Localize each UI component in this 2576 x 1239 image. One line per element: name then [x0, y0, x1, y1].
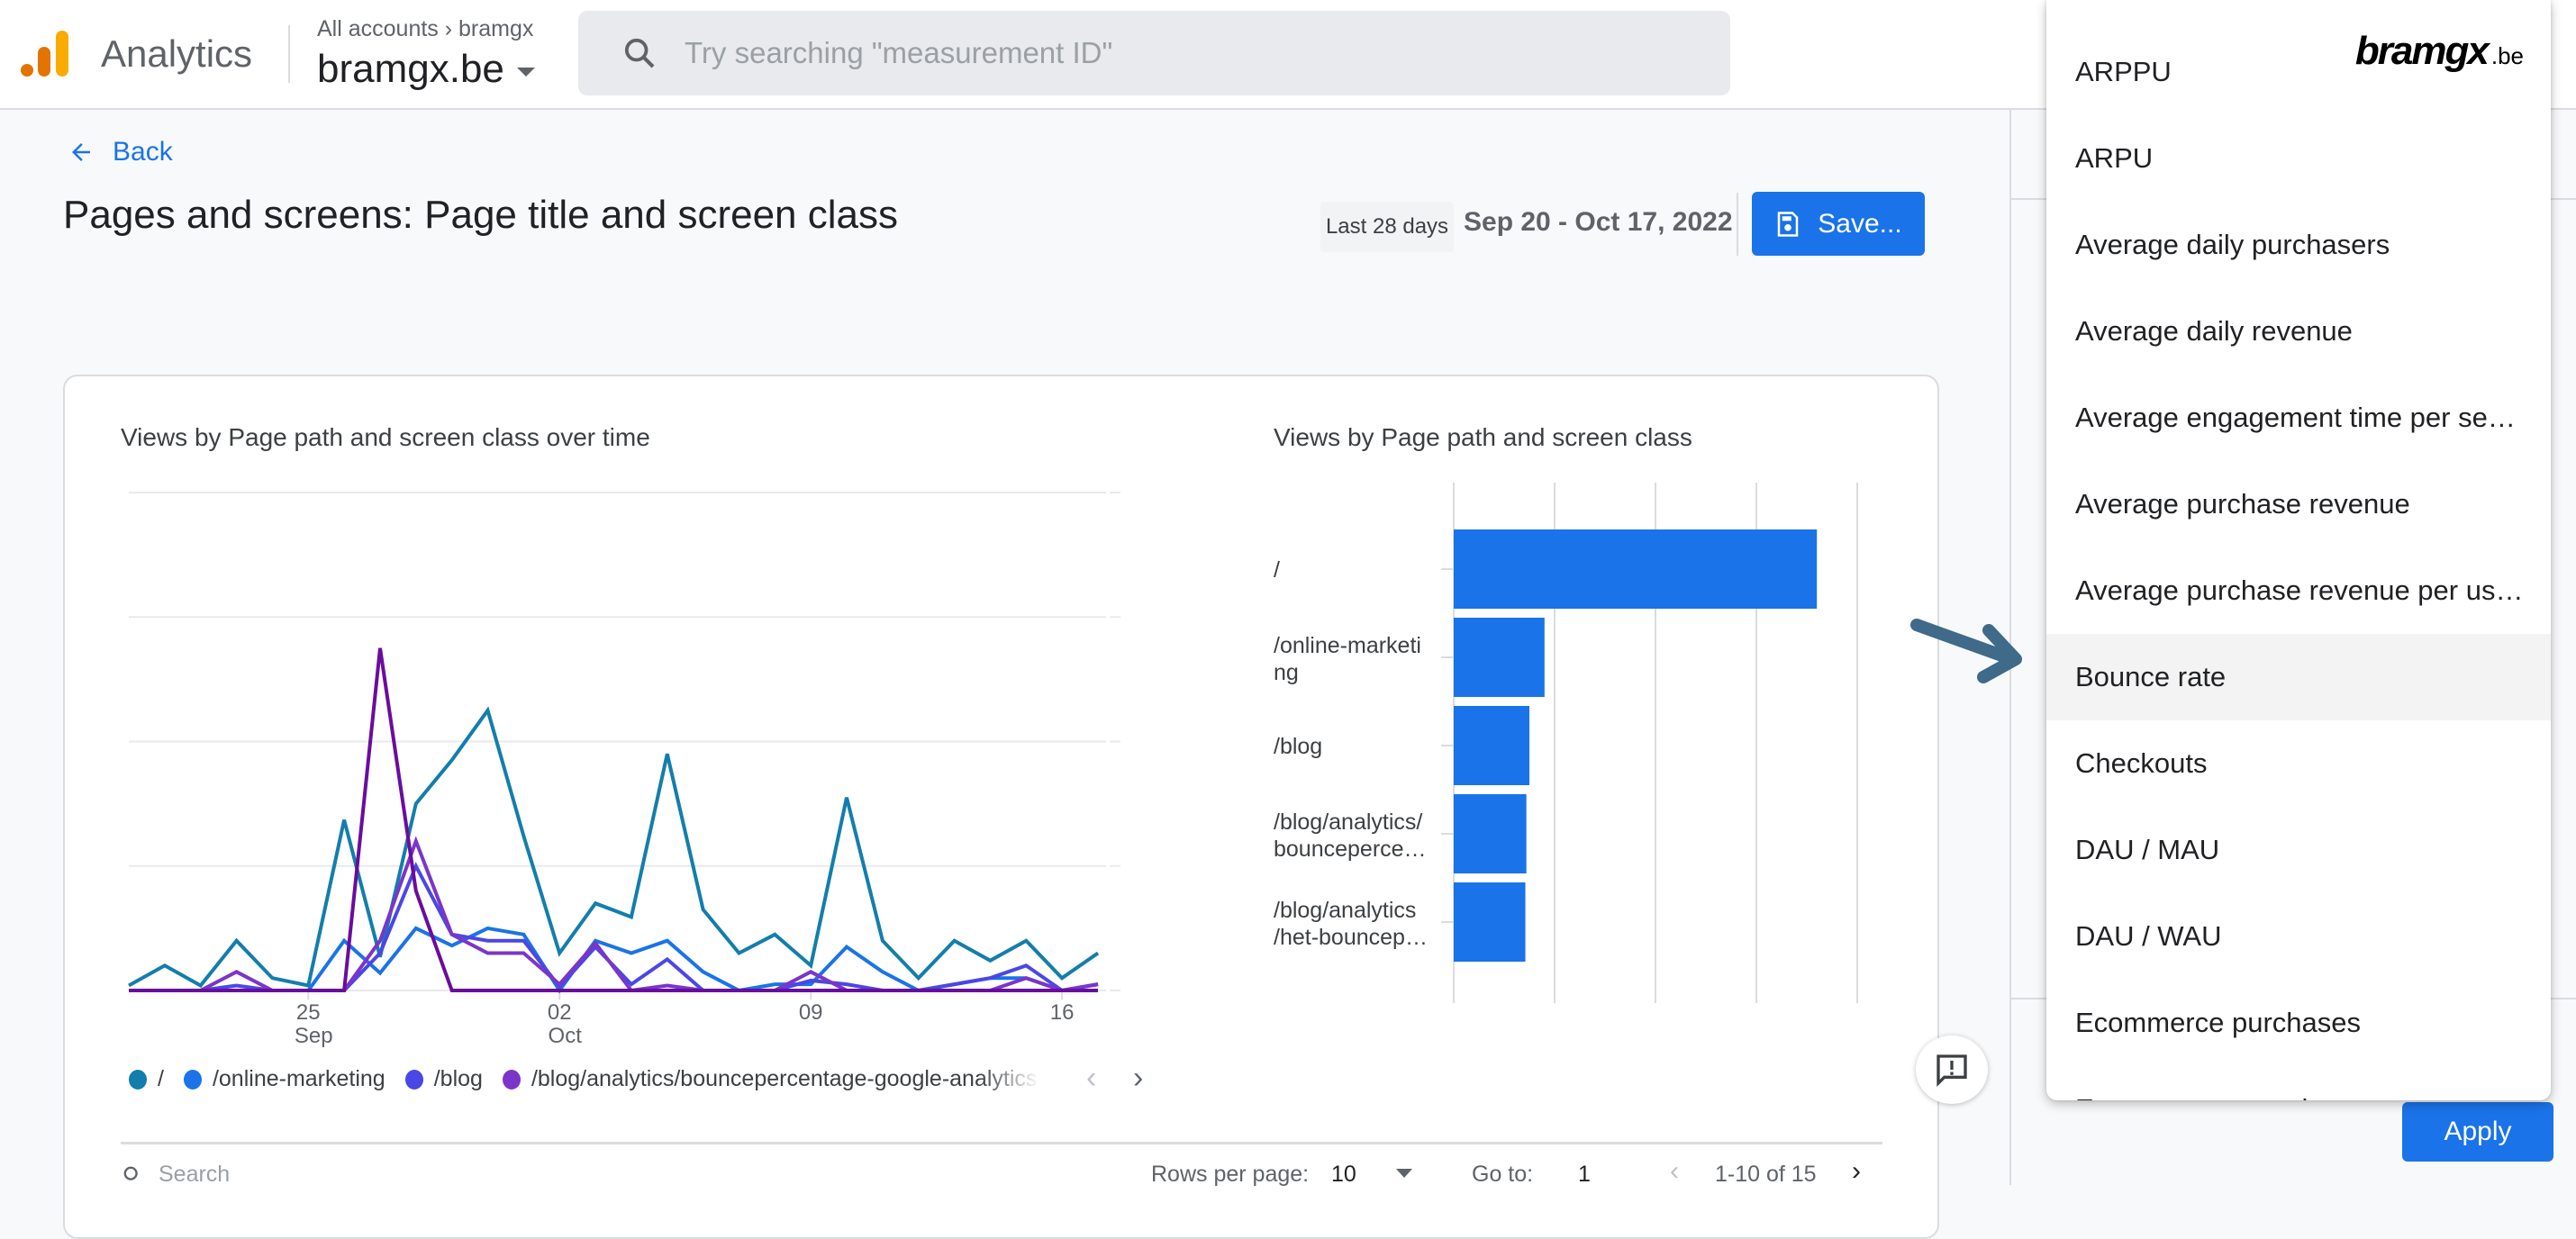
- bar: [1454, 794, 1527, 873]
- apply-button[interactable]: Apply: [2402, 1102, 2553, 1162]
- legend-swatch-icon: [183, 1069, 202, 1090]
- chevron-down-icon[interactable]: [1396, 1169, 1412, 1178]
- category-label: /online-marketi: [1274, 633, 1421, 658]
- metric-option[interactable]: DAU / MAU: [2046, 807, 2551, 893]
- category-label: /blog/analytics: [1274, 898, 1416, 923]
- metric-option-label: Average daily revenue: [2075, 315, 2353, 347]
- metric-option[interactable]: Average purchase revenue: [2046, 461, 2551, 547]
- metric-option[interactable]: Checkouts: [2046, 720, 2551, 807]
- category-label: /: [1274, 557, 1280, 583]
- goto-input[interactable]: 1: [1578, 1162, 1591, 1188]
- metric-option-label: Ecommerce quantity: [2075, 1093, 2526, 1100]
- metric-option[interactable]: Ecommerce quantity: [2046, 1066, 2551, 1100]
- metric-dropdown-menu: bramgx .be ARPPU ARPU Average daily purchas…: [2046, 0, 2551, 1100]
- next-page-button[interactable]: ›: [1852, 1156, 1861, 1187]
- legend-item[interactable]: /blog: [404, 1066, 483, 1092]
- legend-item[interactable]: /: [129, 1066, 164, 1092]
- legend-prev-button[interactable]: ‹: [1086, 1061, 1096, 1096]
- bar: [1454, 706, 1529, 785]
- legend-item[interactable]: /online-marketing: [183, 1066, 385, 1092]
- metric-option-label: Checkouts: [2075, 747, 2208, 779]
- feedback-icon: [1937, 1054, 1967, 1088]
- legend-label: /: [158, 1066, 164, 1091]
- metric-option-label: Ecommerce purchases: [2075, 1007, 2362, 1038]
- metric-option-label: Bounce rate: [2075, 661, 2227, 692]
- metric-option[interactable]: ARPPU: [2046, 29, 2551, 115]
- feedback-button[interactable]: [1916, 1036, 1988, 1104]
- metric-option[interactable]: Average engagement time per se…: [2046, 375, 2551, 461]
- legend-label: /blog: [433, 1066, 483, 1091]
- table-divider: [121, 1142, 1882, 1144]
- metric-option[interactable]: Bounce rate: [2046, 634, 2551, 720]
- metric-option-label: Average purchase revenue per us…: [2075, 574, 2524, 606]
- metric-option-label: DAU / WAU: [2075, 920, 2222, 952]
- rows-per-page-label: Rows per page:: [1151, 1162, 1310, 1187]
- category-label: /blog/analytics/: [1274, 809, 1422, 835]
- bar: [1454, 618, 1545, 697]
- bar: [1454, 882, 1526, 962]
- metric-option[interactable]: DAU / WAU: [2046, 893, 2551, 980]
- bar: [1454, 529, 1818, 609]
- table-search-placeholder: Search: [159, 1162, 231, 1187]
- chart-legend: / /online-marketing /blog /blog/analytic…: [129, 1066, 1060, 1092]
- metric-option-label: DAU / MAU: [2075, 834, 2220, 865]
- goto-label: Go to:: [1472, 1162, 1534, 1187]
- legend-swatch-icon: [404, 1069, 423, 1090]
- legend-swatch-icon: [129, 1069, 147, 1090]
- legend-next-button[interactable]: ›: [1133, 1061, 1143, 1096]
- metric-option[interactable]: Average daily revenue: [2046, 288, 2551, 375]
- category-label: bounceperce…: [1274, 837, 1427, 862]
- metric-option[interactable]: Average purchase revenue per us…: [2046, 547, 2551, 634]
- rows-per-page-select[interactable]: 10: [1331, 1162, 1356, 1188]
- category-label: ng: [1274, 660, 1299, 685]
- metric-option-label: ARPU: [2075, 142, 2154, 174]
- metric-option[interactable]: Average daily purchasers: [2046, 202, 2551, 288]
- legend-label: /online-marketing: [212, 1066, 385, 1091]
- metric-option-label: Average daily purchasers: [2075, 229, 2390, 260]
- arrow-pointer-icon: [1910, 619, 2022, 683]
- search-icon: [123, 1166, 138, 1180]
- prev-page-button[interactable]: ‹: [1670, 1156, 1679, 1187]
- table-search[interactable]: Search: [122, 1162, 230, 1188]
- metric-option-label: Average purchase revenue: [2075, 488, 2410, 520]
- metric-option-label: Average engagement time per se…: [2075, 402, 2516, 433]
- legend-item[interactable]: /blog/analytics/bouncepercentage-google-…: [502, 1066, 1040, 1092]
- legend-label: /blog/analytics/bouncepercentage-google-…: [531, 1066, 1040, 1091]
- metric-option-label: ARPPU: [2075, 56, 2172, 87]
- metric-option[interactable]: Ecommerce purchases: [2046, 980, 2551, 1066]
- legend-swatch-icon: [502, 1069, 521, 1090]
- category-label: /het-bouncep…: [1274, 925, 1428, 950]
- page-range: 1-10 of 15: [1715, 1162, 1817, 1187]
- category-label: /blog: [1274, 734, 1322, 759]
- metric-option[interactable]: ARPU: [2046, 115, 2551, 202]
